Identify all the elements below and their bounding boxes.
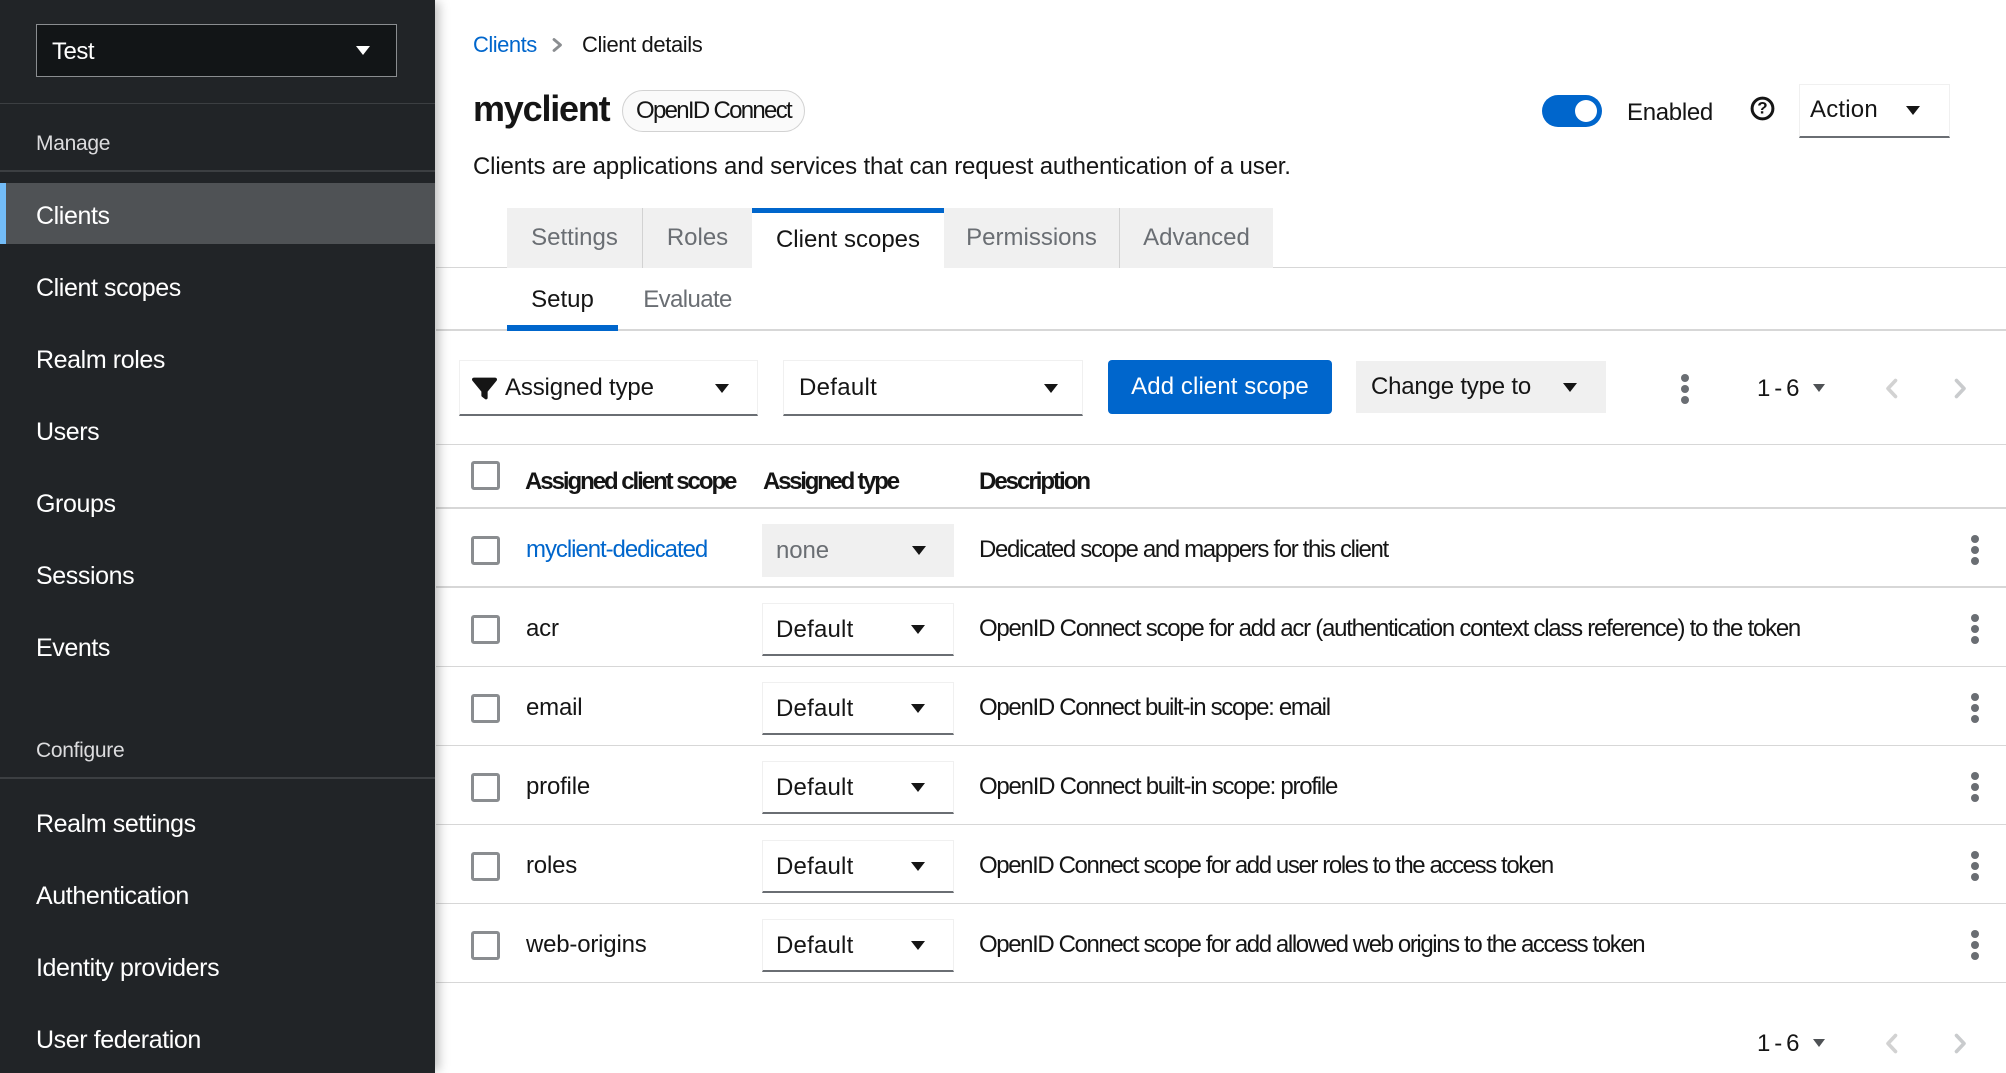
svg-text:?: ? bbox=[1757, 99, 1767, 118]
